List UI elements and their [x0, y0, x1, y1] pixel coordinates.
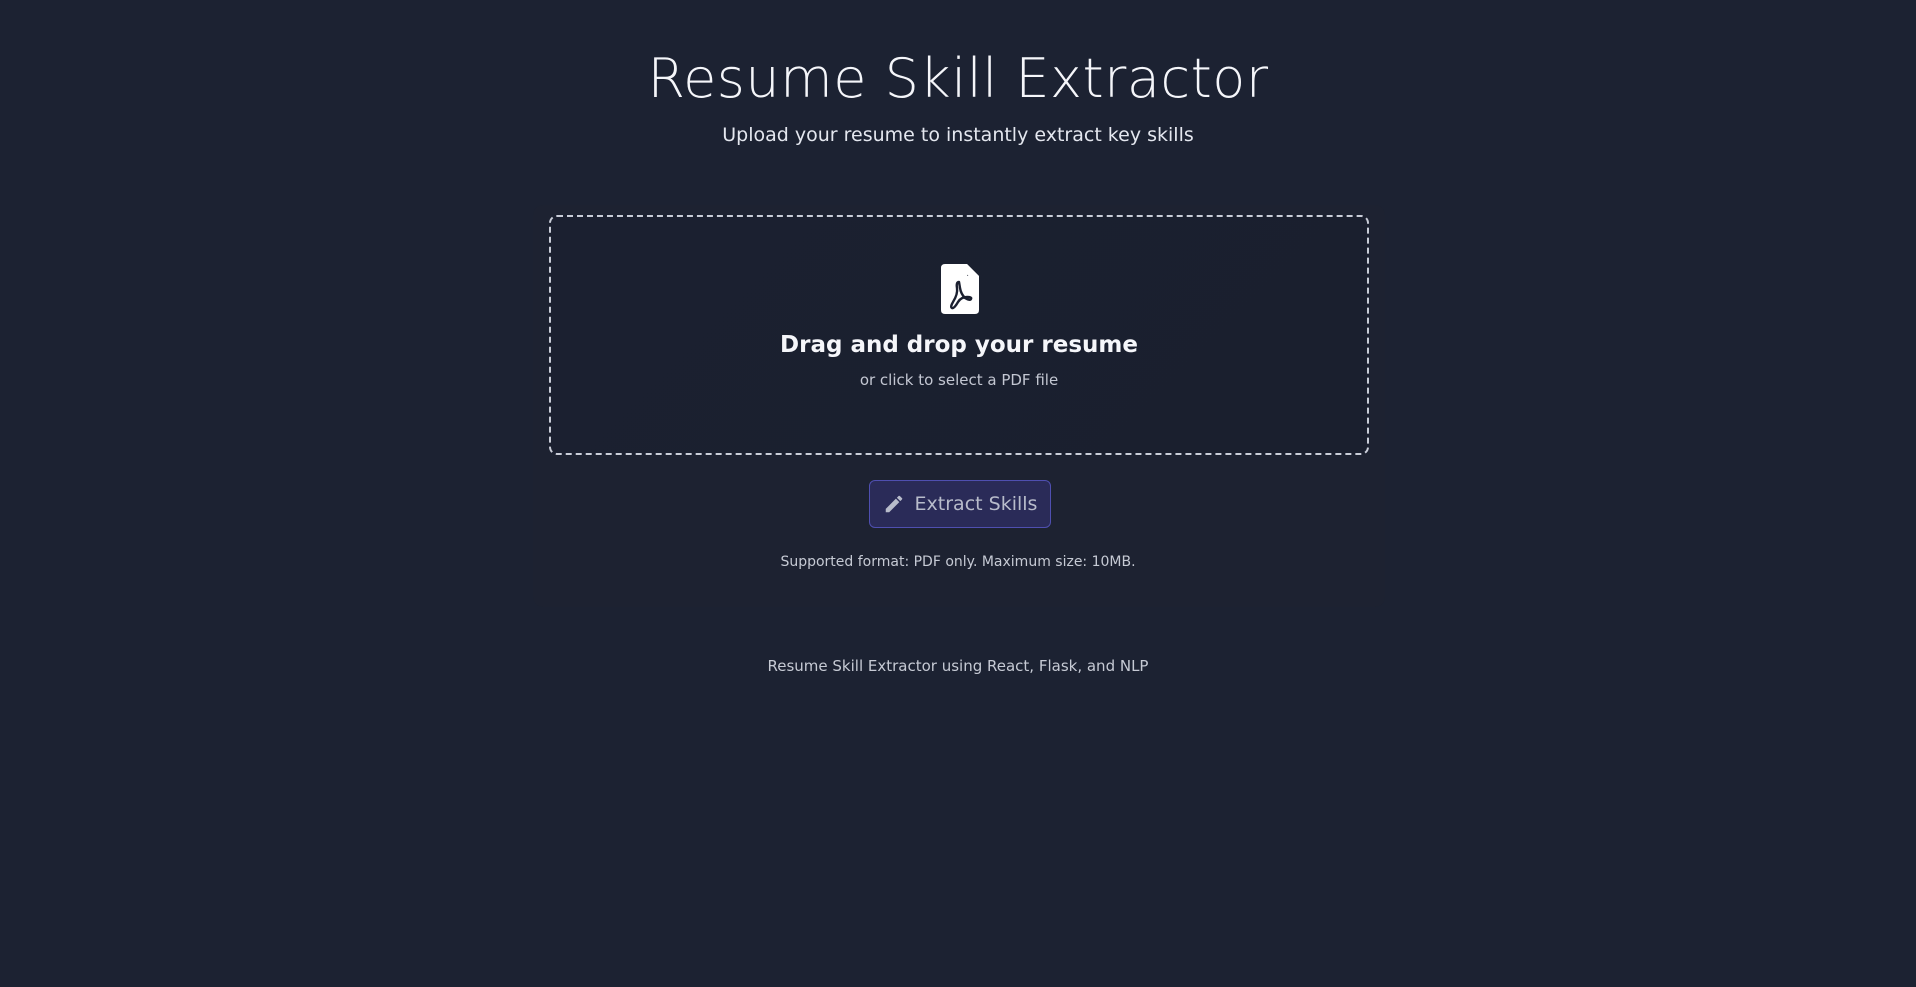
app-page: Resume Skill Extractor Upload your resum… [0, 0, 1916, 987]
extract-skills-label: Extract Skills [914, 493, 1038, 515]
supported-format-note: Supported format: PDF only. Maximum size… [780, 554, 1136, 570]
resume-dropzone[interactable]: Drag and drop your resume or click to se… [549, 215, 1369, 455]
pencil-icon [885, 495, 902, 513]
page-title: Resume Skill Extractor [647, 47, 1269, 110]
footer-text: Resume Skill Extractor using React, Flas… [767, 657, 1149, 675]
extract-skills-button[interactable]: Extract Skills [869, 480, 1051, 528]
dropzone-hint: or click to select a PDF file [859, 371, 1059, 389]
page-subtitle: Upload your resume to instantly extract … [722, 124, 1194, 146]
dropzone-title: Drag and drop your resume [780, 332, 1138, 358]
pdf-file-icon [941, 264, 979, 314]
